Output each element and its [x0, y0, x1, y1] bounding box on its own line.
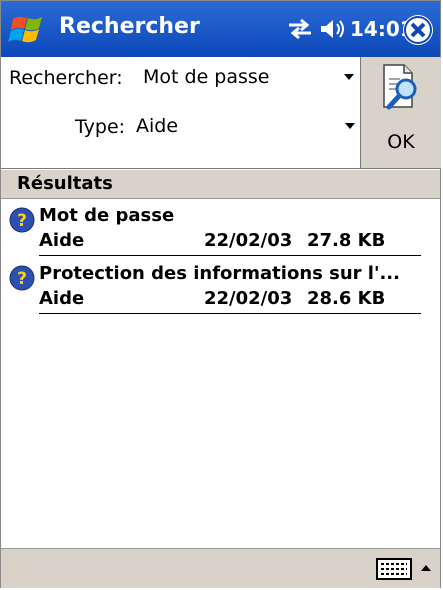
- results-header: Résultats: [1, 170, 440, 199]
- ok-button[interactable]: OK: [360, 57, 441, 168]
- result-date: 22/02/03: [204, 230, 293, 251]
- result-item[interactable]: ? Mot de passe Aide 22/02/03 27.8 KB: [1, 201, 440, 256]
- row-divider: [39, 255, 421, 256]
- close-icon: [404, 16, 432, 44]
- speaker-icon[interactable]: [319, 17, 347, 41]
- result-item[interactable]: ? Protection des informations sur l'... …: [1, 259, 440, 314]
- search-combo[interactable]: Mot de passe: [143, 66, 354, 92]
- result-type: Aide: [39, 230, 85, 251]
- svg-text:?: ?: [17, 269, 27, 289]
- search-form: Rechercher: Mot de passe Type: Aide OK: [1, 57, 441, 169]
- result-date: 22/02/03: [204, 288, 293, 309]
- results-header-label: Résultats: [17, 173, 113, 194]
- close-button[interactable]: [403, 15, 433, 45]
- result-size: 28.6 KB: [307, 288, 386, 309]
- help-icon: ?: [9, 265, 35, 291]
- svg-text:?: ?: [17, 211, 27, 231]
- chevron-down-icon[interactable]: [344, 74, 354, 80]
- search-value: Mot de passe: [143, 66, 270, 88]
- connectivity-icon[interactable]: [286, 17, 314, 41]
- ok-label: OK: [387, 131, 415, 153]
- windows-flag-icon: [8, 16, 42, 43]
- help-icon: ?: [9, 207, 35, 233]
- result-type: Aide: [39, 288, 85, 309]
- result-title: Mot de passe: [39, 205, 175, 226]
- type-label: Type:: [75, 116, 126, 138]
- title-bar: Rechercher 14:01: [1, 1, 440, 57]
- search-document-icon: [383, 64, 417, 110]
- type-combo[interactable]: Aide: [136, 115, 355, 141]
- type-value: Aide: [136, 115, 179, 137]
- app-title: Rechercher: [59, 14, 200, 39]
- result-size: 27.8 KB: [307, 230, 386, 251]
- chevron-up-icon[interactable]: [419, 562, 433, 574]
- result-title: Protection des informations sur l'...: [39, 263, 400, 284]
- chevron-down-icon[interactable]: [345, 123, 355, 129]
- row-divider: [39, 313, 421, 314]
- start-button[interactable]: [7, 9, 51, 49]
- search-label: Rechercher:: [9, 67, 123, 89]
- keyboard-icon[interactable]: [376, 558, 412, 580]
- menu-bar: [1, 548, 440, 588]
